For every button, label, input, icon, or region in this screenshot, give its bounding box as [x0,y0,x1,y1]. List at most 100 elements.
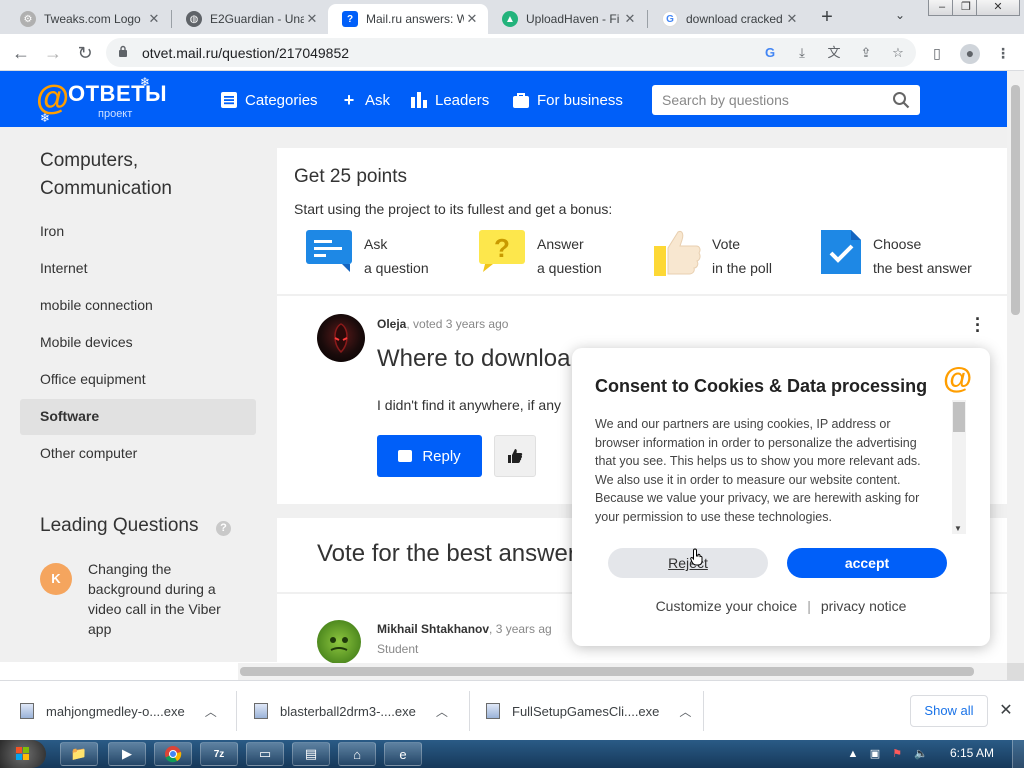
network-tray-icon[interactable]: ▣ [868,747,882,761]
translate-icon[interactable]: 文 [826,45,842,61]
like-button[interactable] [494,435,536,477]
chevron-up-icon[interactable]: ︿ [679,703,691,720]
install-app-icon[interactable]: ⤓ [794,45,810,61]
download-item[interactable]: blasterball2drm3-....exe ︿ [254,681,448,741]
sidebar-item-other-computer[interactable]: Other computer [40,445,137,461]
scrollbar-thumb[interactable] [240,667,974,676]
tab-mailru[interactable]: ? Mail.ru answers: W ✕ [328,4,488,34]
show-desktop-button[interactable] [1012,740,1024,768]
sidebar-item-internet[interactable]: Internet [40,260,87,276]
bonus-vote[interactable]: Vote in the poll [654,228,772,278]
reload-button[interactable]: ↻ [74,42,96,64]
scroll-down-arrow-icon[interactable]: ▼ [954,524,962,533]
search-input[interactable]: Search by questions [652,85,920,115]
sidebar-item-software[interactable]: Software [40,408,99,424]
dialog-title: Consent to Cookies & Data processing [595,376,928,396]
chevron-up-icon[interactable]: ︿ [436,703,448,720]
nav-for-business[interactable]: For business [512,89,623,111]
upload-cloud-icon: ▲ [502,11,518,27]
dialog-scrollbar[interactable]: ▼ [952,400,966,534]
more-options-icon[interactable]: · · · [972,310,984,340]
scrollbar-thumb[interactable] [1011,85,1020,315]
tab-google-search[interactable]: G download cracked ✕ [648,4,808,34]
show-all-downloads-button[interactable]: Show all [910,695,988,727]
side-panel-icon[interactable]: ▯ [928,44,946,62]
chevron-up-icon[interactable]: ︿ [205,703,217,720]
close-window-button[interactable]: ✕ [976,0,1020,16]
nav-ask[interactable]: + Ask [340,89,390,111]
back-button[interactable]: ← [10,42,32,64]
bonus-ask[interactable]: Ask a question [306,228,429,278]
privacy-notice-link[interactable]: privacy notice [821,598,907,614]
ie-taskbar-icon[interactable]: e [384,742,422,766]
search-icon[interactable] [892,91,910,109]
profile-avatar-icon[interactable]: ● [960,44,980,64]
7zip-taskbar-icon[interactable]: 7z [200,742,238,766]
notepad-taskbar-icon[interactable]: ▤ [292,742,330,766]
volume-tray-icon[interactable]: 🔈 [914,747,928,761]
close-icon[interactable]: ✕ [622,11,638,27]
gear-favicon-icon: ⚙ [20,11,36,27]
accept-button[interactable]: accept [787,548,947,578]
nav-categories[interactable]: Categories [220,89,318,111]
leading-question-link[interactable]: Changing the background during a video c… [88,559,248,639]
tab-search-chevron-icon[interactable]: ⌄ [895,8,905,22]
close-icon[interactable]: ✕ [998,700,1014,720]
close-icon[interactable]: ✕ [784,11,800,27]
sidebar-item-mobile-connection[interactable]: mobile connection [40,297,153,313]
scrollbar-thumb[interactable] [953,402,965,432]
address-bar[interactable]: otvet.mail.ru/question/217049852 G ⤓ 文 ⇪… [106,38,916,67]
download-filename: mahjongmedley-o....exe [46,703,185,719]
google-icon: G [662,11,678,27]
download-item[interactable]: mahjongmedley-o....exe ︿ [20,681,217,741]
tab-e2guardian[interactable]: ◍ E2Guardian - Una ✕ [172,4,328,34]
page-vertical-scrollbar[interactable] [1007,71,1024,663]
tab-title: UploadHaven - Fi [526,12,620,26]
sidebar-item-iron[interactable]: Iron [40,223,64,239]
lock-icon[interactable] [118,45,128,58]
reply-button[interactable]: Reply [377,435,482,477]
windows-taskbar: 📁 ▶ 7z ▭ ▤ ⌂ e ▲ ▣ ⚑ 🔈 6:15 AM [0,740,1024,768]
close-icon[interactable]: ✕ [304,11,320,27]
explorer-taskbar-icon[interactable]: 📁 [60,742,98,766]
media-player-taskbar-icon[interactable]: ▶ [108,742,146,766]
bookmark-star-icon[interactable]: ☆ [890,45,906,61]
url-text[interactable]: otvet.mail.ru/question/217049852 [142,45,349,61]
sidebar-item-office-equipment[interactable]: Office equipment [40,371,146,387]
taskbar-clock[interactable]: 6:15 AM [950,746,994,760]
share-icon[interactable]: ⇪ [858,45,874,61]
avatar[interactable]: K [40,563,72,595]
nav-leaders[interactable]: Leaders [410,89,489,111]
page-horizontal-scrollbar[interactable] [238,663,1007,680]
tab-tweaks[interactable]: ⚙ Tweaks.com Logo ✕ [6,4,170,34]
network-taskbar-icon[interactable]: ⌂ [338,742,376,766]
bonus-answer[interactable]: ? Answer a question [479,228,602,278]
new-tab-button[interactable]: + [816,6,838,28]
otvety-logo[interactable]: @ ОТВЕТЫ проект ❄ ❄ [36,75,167,125]
bonus-choose[interactable]: Choose the best answer [821,228,972,278]
avatar[interactable] [317,620,361,664]
author-meta: , voted 3 years ago [406,317,509,331]
flag-alert-tray-icon[interactable]: ⚑ [890,747,904,761]
exe-file-icon [486,703,500,719]
avatar[interactable] [317,314,365,362]
author-name[interactable]: Mikhail Shtakhanov [377,622,489,636]
download-item[interactable]: FullSetupGamesCli....exe ︿ [486,681,691,741]
reject-button[interactable]: Reject [608,548,768,578]
window-taskbar-icon[interactable]: ▭ [246,742,284,766]
logo-subtitle: проект [98,108,133,120]
question-title: Where to downloa [377,345,571,372]
sidebar-item-mobile-devices[interactable]: Mobile devices [40,334,133,350]
forward-button[interactable]: → [42,42,64,64]
customize-choice-link[interactable]: Customize your choice [656,598,798,614]
author-name[interactable]: Oleja [377,317,406,331]
start-button[interactable] [0,740,46,768]
menu-kebab-icon[interactable]: ⋮ [994,44,1012,62]
close-icon[interactable]: ✕ [464,11,480,27]
tray-expand-icon[interactable]: ▲ [846,747,860,761]
chrome-taskbar-icon[interactable] [154,742,192,766]
close-icon[interactable]: ✕ [146,11,162,27]
tab-uploadhaven[interactable]: ▲ UploadHaven - Fi ✕ [488,4,646,34]
google-lens-icon[interactable]: G [762,45,778,61]
help-question-icon[interactable]: ? [216,521,231,536]
